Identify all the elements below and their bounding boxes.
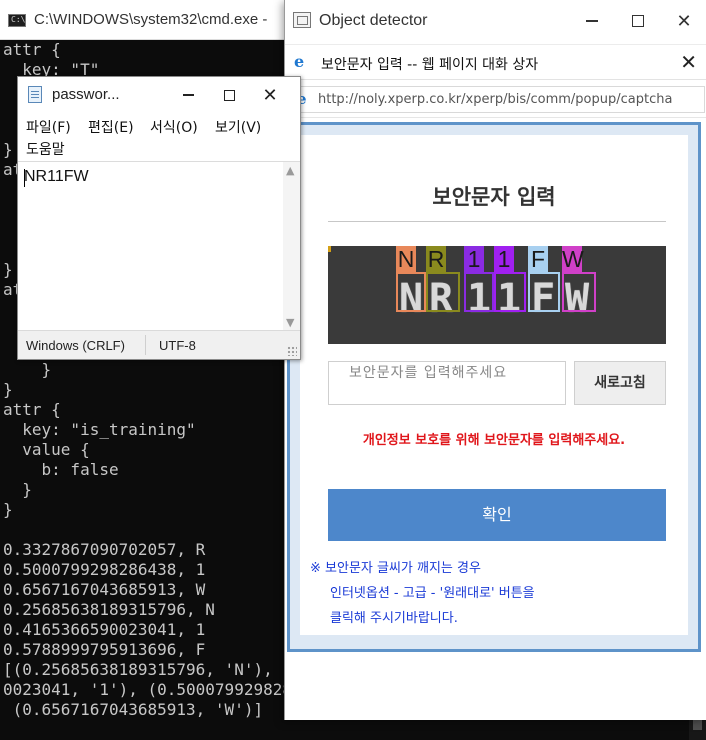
address-bar: e http://noly.xperp.co.kr/xperp/bis/comm… [285, 80, 706, 118]
detection-box [528, 272, 560, 312]
menu-format[interactable]: 서식(O) [150, 117, 198, 137]
status-line-ending: Windows (CRLF) [26, 338, 125, 353]
detection-box [396, 272, 426, 312]
detection-label: R [426, 246, 446, 272]
notepad-title: passwor... [52, 86, 120, 103]
detector-title: Object detector [319, 12, 428, 29]
notepad-content[interactable]: NR11FW [24, 168, 89, 186]
confirm-button[interactable]: 확인 [328, 489, 666, 541]
notepad-statusbar: Windows (CRLF) UTF-8 [18, 330, 300, 359]
notepad-close-button[interactable]: ✕ [250, 81, 290, 109]
detection-label: 1 [464, 246, 484, 272]
captcha-image: NR11FWNR11FW [328, 246, 666, 344]
notepad-icon [28, 86, 42, 103]
maximize-icon [632, 15, 644, 27]
cmd-title: C:\WINDOWS\system32\cmd.exe - [34, 11, 268, 28]
dialog-titlebar[interactable]: e 보안문자 입력 -- 웹 페이지 대화 상자 ✕ [285, 44, 706, 80]
detection-label: W [562, 246, 584, 272]
captcha-marker [328, 246, 331, 252]
captcha-card: 보안문자 입력 NR11FWNR11FW 보안문자를 입력해주세요 새로고침 개… [300, 135, 688, 635]
cmd-titlebar[interactable]: C:\ C:\WINDOWS\system32\cmd.exe - [0, 0, 285, 40]
detection-label: N [396, 246, 416, 272]
close-icon: ✕ [262, 84, 278, 106]
captcha-input[interactable]: 보안문자를 입력해주세요 [328, 361, 566, 405]
notepad-window: passwor... ✕ 파일(F) 편집(E) 서식(O) 보기(V) 도움말… [17, 76, 301, 360]
captcha-heading: 보안문자 입력 [432, 185, 556, 209]
object-detector-window: Object detector ✕ e 보안문자 입력 -- 웹 페이지 대화 … [284, 0, 706, 720]
address-url[interactable]: http://noly.xperp.co.kr/xperp/bis/comm/p… [318, 92, 672, 107]
maximize-button[interactable] [615, 0, 661, 42]
minimize-icon [182, 94, 194, 96]
help-line-3: 클릭해 주시기바랍니다. [330, 611, 458, 626]
privacy-message: 개인정보 보호를 위해 보안문자를 입력해주세요. [362, 433, 626, 448]
cmd-icon-label: C:\ [11, 15, 26, 24]
minimize-icon [586, 20, 598, 22]
detection-box [494, 272, 526, 312]
help-line-2: 인터넷옵션 - 고급 - '원래대로' 버튼을 [330, 586, 535, 601]
scroll-up-icon[interactable]: ▲ [286, 164, 294, 177]
help-line-1: ※ 보안문자 글씨가 깨지는 경우 [310, 561, 481, 576]
close-icon: ✕ [676, 10, 692, 32]
notepad-minimize-button[interactable] [168, 81, 208, 109]
dialog-title: 보안문자 입력 -- 웹 페이지 대화 상자 [321, 57, 539, 73]
resize-grip[interactable] [287, 346, 297, 356]
scroll-down-icon[interactable]: ▼ [286, 316, 294, 329]
detector-titlebar[interactable]: Object detector ✕ [285, 0, 706, 42]
detection-label: 1 [494, 246, 514, 272]
status-encoding: UTF-8 [159, 338, 196, 353]
notepad-menubar: 파일(F) 편집(E) 서식(O) 보기(V) 도움말 [18, 115, 300, 159]
detection-box [426, 272, 460, 312]
text-caret [24, 169, 25, 187]
maximize-icon [223, 89, 235, 101]
menu-edit[interactable]: 편집(E) [88, 117, 134, 137]
window-icon [293, 12, 311, 28]
notepad-text-area[interactable]: NR11FW ▲ ▼ [18, 161, 300, 331]
detection-box [464, 272, 494, 312]
menu-file[interactable]: 파일(F) [26, 117, 71, 137]
close-button[interactable]: ✕ [661, 0, 706, 42]
address-field[interactable]: e http://noly.xperp.co.kr/xperp/bis/comm… [291, 86, 705, 113]
menu-help[interactable]: 도움말 [26, 139, 65, 159]
detection-box [562, 272, 596, 312]
refresh-button[interactable]: 새로고침 [574, 361, 666, 405]
dialog-page: 보안문자 입력 NR11FWNR11FW 보안문자를 입력해주세요 새로고침 개… [287, 122, 701, 652]
notepad-scrollbar[interactable]: ▲ ▼ [283, 162, 300, 331]
status-divider [145, 335, 146, 355]
heading-divider [328, 221, 666, 222]
minimize-button[interactable] [569, 0, 615, 42]
cmd-icon: C:\ [8, 14, 26, 27]
dialog-close-button[interactable]: ✕ [680, 50, 697, 74]
detection-label: F [528, 246, 548, 272]
ie-icon: e [294, 52, 305, 71]
notepad-titlebar[interactable]: passwor... ✕ [18, 77, 300, 113]
menu-view[interactable]: 보기(V) [215, 117, 261, 137]
notepad-maximize-button[interactable] [209, 81, 249, 109]
